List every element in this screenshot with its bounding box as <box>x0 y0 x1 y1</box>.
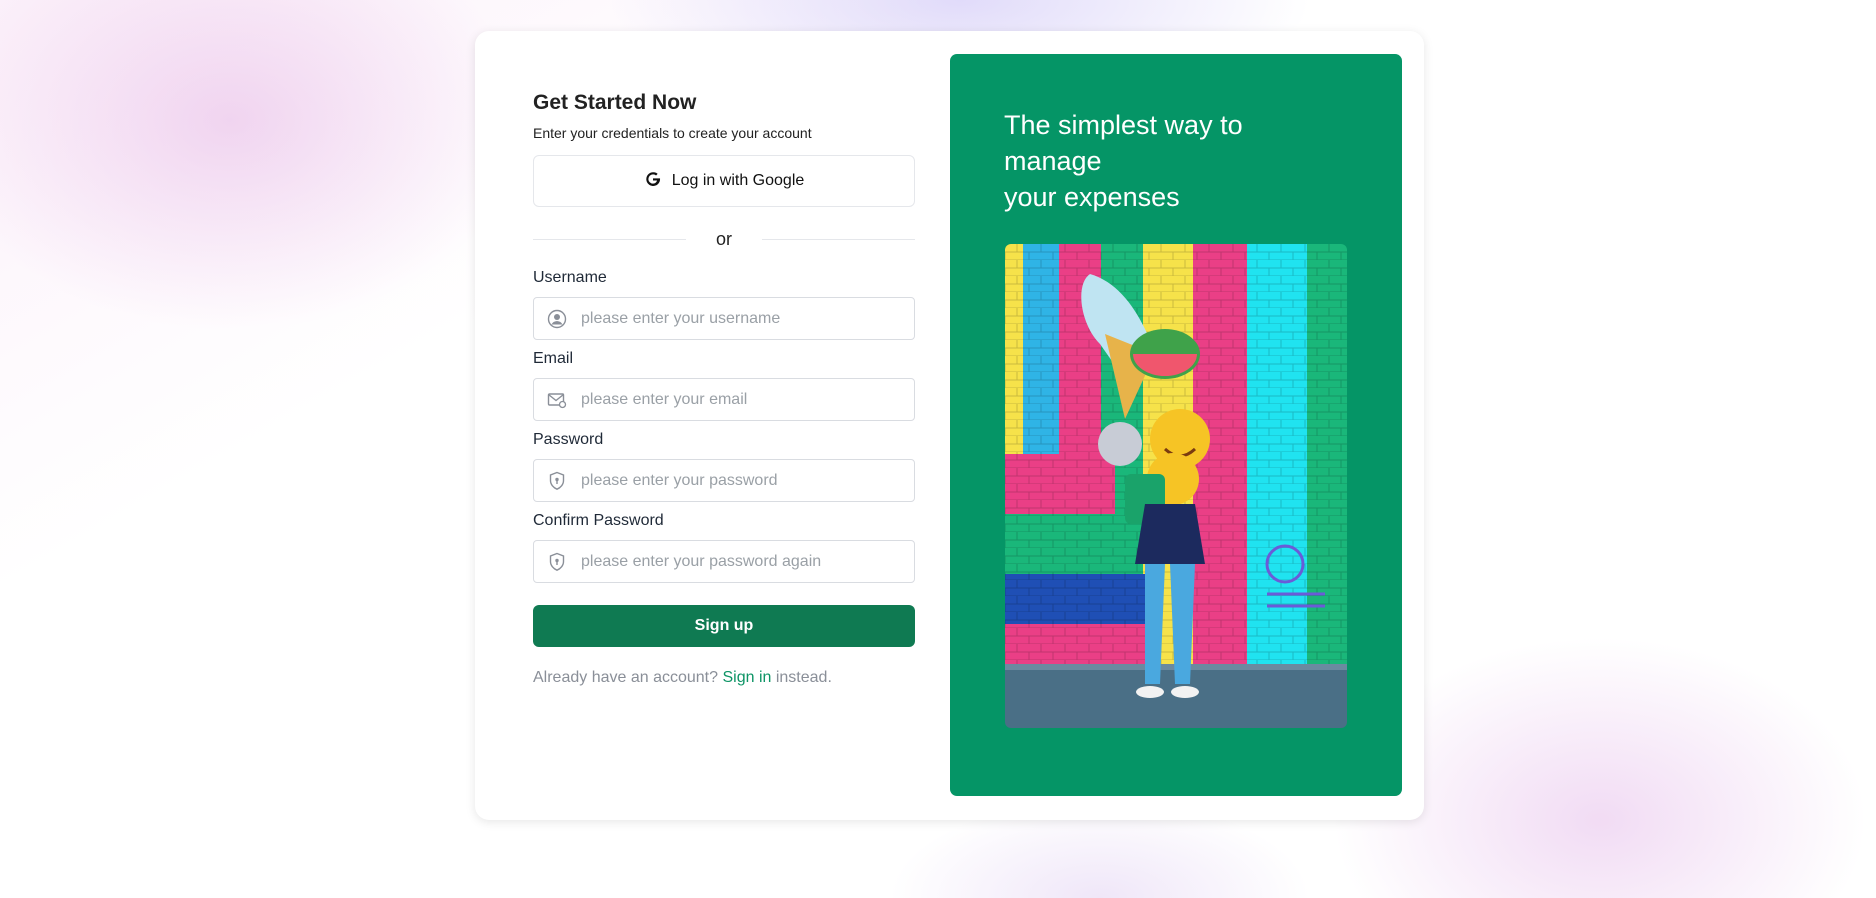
username-field[interactable] <box>533 297 915 340</box>
form-subtitle: Enter your credentials to create your ac… <box>533 125 812 141</box>
sign-up-button[interactable]: Sign up <box>533 605 915 647</box>
divider-line-left <box>533 238 686 240</box>
promo-panel: The simplest way to manage your expenses <box>950 54 1402 796</box>
password-input[interactable] <box>579 470 883 491</box>
mail-icon <box>546 389 568 411</box>
form-title: Get Started Now <box>533 91 697 114</box>
sign-in-prompt: Already have an account? Sign in instead… <box>533 669 915 687</box>
shield-icon <box>546 470 568 492</box>
sign-in-prompt-suffix: instead. <box>775 669 832 686</box>
signup-card: Get Started Now Enter your credentials t… <box>475 31 1424 820</box>
promo-title: The simplest way to manage your expenses <box>1004 107 1304 215</box>
google-login-label: Log in with Google <box>671 172 805 189</box>
sign-in-prompt-prefix: Already have an account? <box>533 669 719 686</box>
email-input[interactable] <box>579 389 883 410</box>
divider-text: or <box>716 228 733 249</box>
confirm-password-input[interactable] <box>579 551 883 572</box>
email-label: Email <box>533 350 574 367</box>
confirm-password-label: Confirm Password <box>533 512 664 529</box>
google-icon <box>644 170 662 193</box>
password-field[interactable] <box>533 459 915 502</box>
sign-in-link[interactable]: Sign in <box>722 669 771 686</box>
shield-icon <box>546 551 568 573</box>
signup-form: Get Started Now Enter your credentials t… <box>533 91 916 687</box>
promo-title-line2: your expenses <box>1004 182 1180 212</box>
email-field[interactable] <box>533 378 915 421</box>
password-label: Password <box>533 431 604 448</box>
confirm-password-field[interactable] <box>533 540 915 583</box>
user-icon <box>546 308 568 330</box>
divider-line-right <box>762 238 916 240</box>
promo-title-line1: The simplest way to manage <box>1004 110 1243 176</box>
username-input[interactable] <box>579 308 883 329</box>
or-divider: or <box>533 219 916 259</box>
person-with-balloons-photo <box>1005 244 1347 728</box>
username-label: Username <box>533 269 607 286</box>
google-login-button[interactable]: Log in with Google <box>533 155 915 207</box>
